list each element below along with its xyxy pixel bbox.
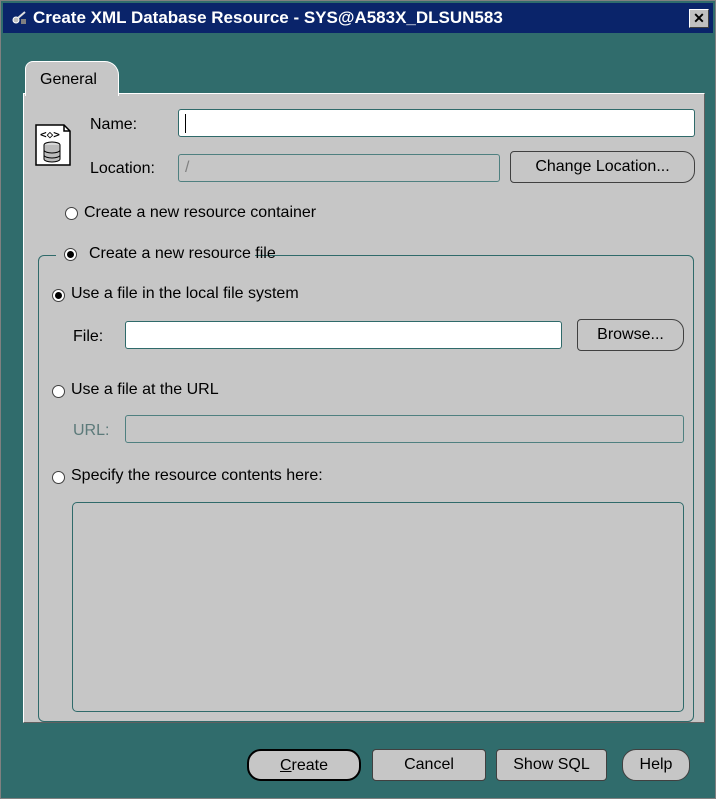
create-mnemonic: C bbox=[279, 757, 292, 774]
xml-tools-icon bbox=[12, 11, 26, 24]
show-sql-label: Show SQL bbox=[513, 756, 590, 773]
browse-button[interactable]: Browse... bbox=[577, 319, 684, 351]
location-label: Location: bbox=[90, 160, 155, 177]
location-value: / bbox=[185, 159, 190, 176]
url-option-label[interactable]: Use a file at the URL bbox=[71, 381, 219, 399]
file-label: File: bbox=[73, 328, 104, 345]
name-label: Name: bbox=[90, 116, 138, 133]
resource-file-label[interactable]: Create a new resource file bbox=[89, 245, 276, 262]
window-title: Create XML Database Resource - SYS@A583X… bbox=[33, 8, 503, 27]
url-label: URL: bbox=[73, 422, 110, 439]
close-icon: ✕ bbox=[693, 10, 705, 26]
close-button[interactable]: ✕ bbox=[689, 9, 709, 28]
url-radio[interactable] bbox=[52, 385, 65, 398]
browse-label: Browse... bbox=[597, 326, 664, 343]
change-location-label: Change Location... bbox=[535, 158, 670, 175]
resource-file-radio[interactable] bbox=[64, 248, 77, 261]
resource-container-label[interactable]: Create a new resource container bbox=[84, 204, 316, 222]
show-sql-button[interactable]: Show SQL bbox=[496, 749, 607, 781]
local-file-label[interactable]: Use a file in the local file system bbox=[71, 285, 299, 303]
help-label: Help bbox=[639, 756, 673, 773]
resource-container-radio[interactable] bbox=[65, 207, 78, 220]
help-button[interactable]: Help bbox=[622, 749, 690, 781]
cancel-label: Cancel bbox=[404, 756, 454, 773]
contents-label[interactable]: Specify the resource contents here: bbox=[71, 467, 323, 485]
location-field: / bbox=[178, 154, 500, 182]
create-button[interactable]: Create bbox=[247, 749, 361, 781]
tab-general-label: General bbox=[40, 71, 97, 88]
local-file-radio[interactable] bbox=[52, 289, 65, 302]
svg-text:<◇>: <◇> bbox=[40, 128, 60, 141]
url-field bbox=[125, 415, 684, 443]
change-location-button[interactable]: Change Location... bbox=[510, 151, 695, 183]
file-input[interactable] bbox=[125, 321, 562, 349]
resource-contents-textarea bbox=[72, 502, 684, 712]
text-cursor bbox=[185, 114, 186, 133]
name-input[interactable] bbox=[178, 109, 695, 137]
create-label: reate bbox=[291, 757, 329, 774]
dialog-window: Create XML Database Resource - SYS@A583X… bbox=[0, 0, 716, 799]
resource-file-legend: Create a new resource file bbox=[56, 243, 276, 267]
contents-radio[interactable] bbox=[52, 471, 65, 484]
tab-general[interactable]: General bbox=[25, 61, 119, 96]
title-bar[interactable]: Create XML Database Resource - SYS@A583X… bbox=[3, 3, 713, 33]
xml-database-resource-icon: <◇> bbox=[35, 124, 71, 166]
cancel-button[interactable]: Cancel bbox=[372, 749, 486, 781]
